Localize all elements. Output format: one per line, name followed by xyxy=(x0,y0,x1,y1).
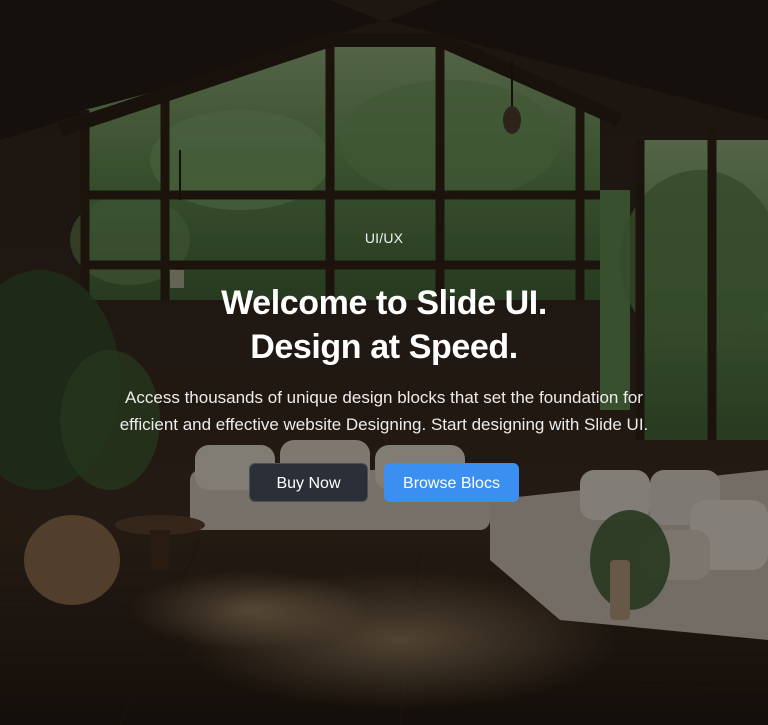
browse-blocs-button[interactable]: Browse Blocs xyxy=(384,463,519,502)
hero-subtitle-line-2: efficient and effective website Designin… xyxy=(119,415,649,434)
hero-section: UI/UX Welcome to Slide UI. Design at Spe… xyxy=(0,0,768,725)
hero-title-line-1: Welcome to Slide UI. xyxy=(221,284,547,322)
hero-title: Welcome to Slide UI. Design at Speed. xyxy=(0,281,768,369)
hero-eyebrow-label: UI/UX xyxy=(364,230,404,246)
buy-now-button[interactable]: Buy Now xyxy=(249,463,368,502)
hero-title-line-2: Design at Speed. xyxy=(250,328,518,366)
hero-subtitle: Access thousands of unique design blocks… xyxy=(60,384,708,438)
hero-actions: Buy Now Browse Blocs xyxy=(0,463,768,502)
hero-content: UI/UX Welcome to Slide UI. Design at Spe… xyxy=(0,0,768,725)
hero-subtitle-line-1: Access thousands of unique design blocks… xyxy=(125,388,643,407)
